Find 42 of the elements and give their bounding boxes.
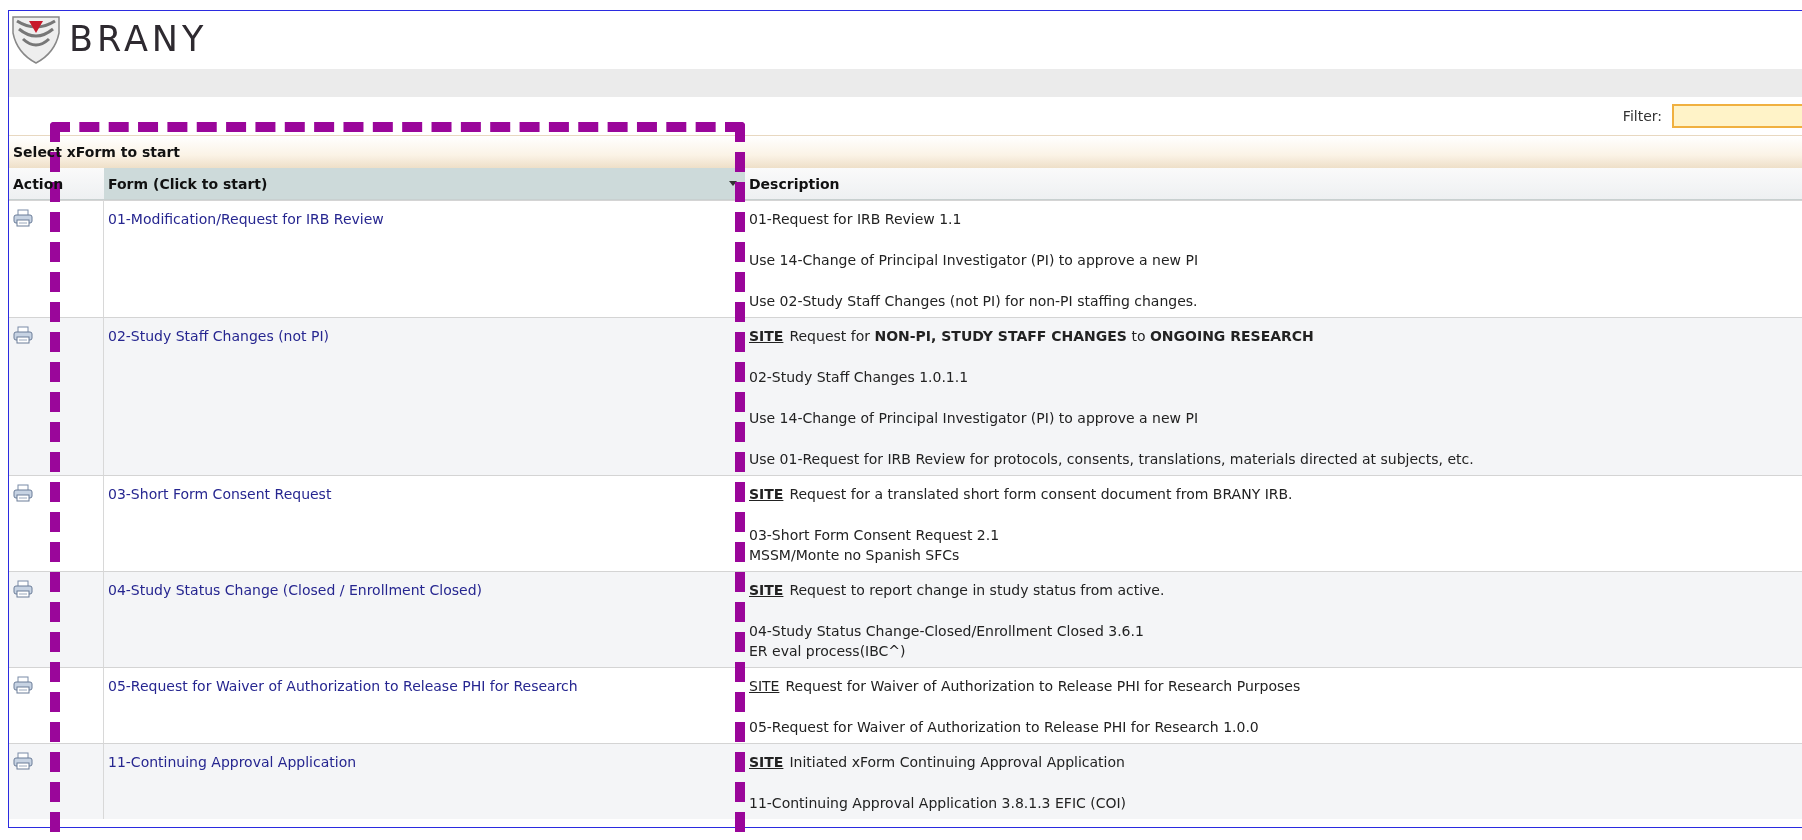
description-text: 01-Request for IRB Review 1.1 [749,210,963,229]
filter-label: Filter: [1622,108,1662,124]
form-link[interactable]: 02-Study Staff Changes (not PI) [108,328,329,344]
site-tag: SITE [749,678,780,694]
description-text: Initiated xForm Continuing Approval Application [789,754,1125,770]
logo-text: BRANY [69,19,208,59]
form-link[interactable]: 05-Request for Waiver of Authorization to Release PHI for Research [108,678,578,694]
sort-caret-icon [729,181,737,186]
form-link[interactable]: 11-Continuing Approval Application [108,754,357,770]
description-text: Use 14-Change of Principal Investigator (PI) to approve a new PI [749,251,1200,270]
description-text: Use 14-Change of Principal Investigator (PI) to approve a new PI [749,409,1200,428]
column-header[interactable]: Form (Click to start) [108,175,268,192]
description-text: 11-Continuing Approval Application 3.8.1.3 EFIC (COI) [749,794,1128,813]
description-text: Request for a translated short form consent document from BRANY IRB. [789,486,1293,502]
printer-icon[interactable] [13,752,33,770]
logo-icon [11,13,61,65]
column-header[interactable]: Description [749,175,840,192]
printer-icon[interactable] [13,484,33,502]
form-link[interactable]: 01-Modification/Request for IRB Review [108,211,384,227]
printer-icon[interactable] [13,326,33,344]
description-text: Use 01-Request for IRB Review for protocols, consents, translations, materials directed at subjects, etc. [749,450,1475,469]
description-text: 05-Request for Waiver of Authorization to Release PHI for Research 1.0.0 [749,718,1260,737]
description-text: Request for Waiver of Authorization to Release PHI for Research Purposes [785,678,1301,694]
printer-icon[interactable] [13,209,33,227]
printer-icon[interactable] [13,580,33,598]
printer-icon[interactable] [13,676,33,694]
filter-field[interactable] [1672,104,1802,128]
site-tag: SITE [749,582,784,598]
description-text: MSSM/Monte no Spanish SFCs [749,546,961,565]
form-link[interactable]: 04-Study Status Change (Closed / Enrollment Closed) [108,582,482,598]
form-link[interactable]: 03-Short Form Consent Request [108,486,332,502]
description-text: Request for NON-PI, STUDY STAFF CHANGES to ONGOING RESEARCH [789,328,1314,344]
site-tag: SITE [749,486,784,502]
description-text: 04-Study Status Change-Closed/Enrollment Closed 3.6.1 [749,622,1145,641]
description-text: ER eval process(IBC^) [749,642,907,661]
site-tag: SITE [749,754,784,770]
description-text: 03-Short Form Consent Request 2.1 [749,526,1001,545]
panel-title: Select xForm to start [13,144,180,160]
description-text: 02-Study Staff Changes 1.0.1.1 [749,368,970,387]
site-tag: SITE [749,328,784,344]
description-text: Request to report change in study status from active. [789,582,1165,598]
description-text: Use 02-Study Staff Changes (not PI) for non-PI staffing changes. [749,292,1199,311]
